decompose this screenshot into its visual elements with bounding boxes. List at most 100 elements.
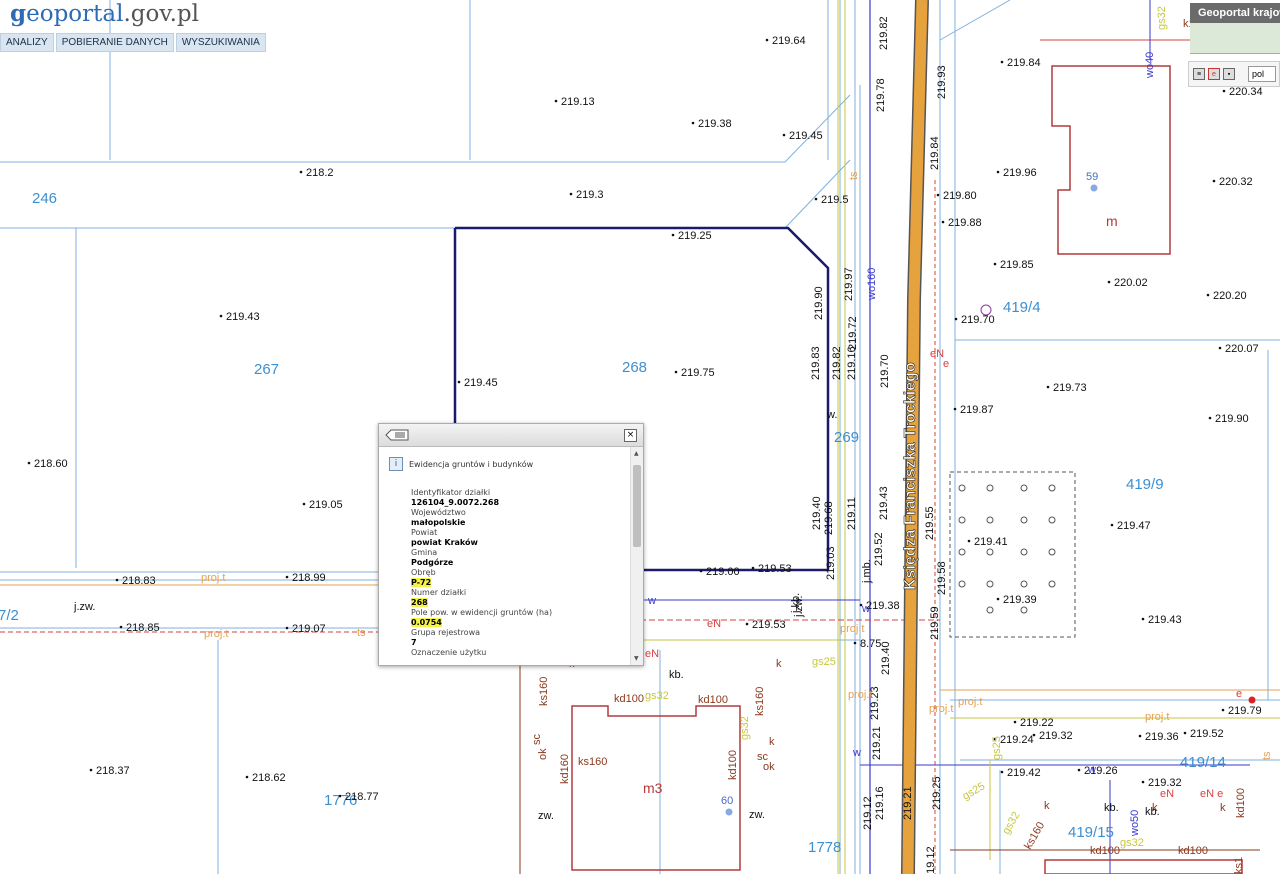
popup-content: i Ewidencja gruntów i budynków Identyfik…	[379, 447, 629, 665]
elevation-label: 219.90	[813, 286, 825, 320]
utility-label: kd100	[614, 693, 644, 705]
feature-info-popup: × i Ewidencja gruntów i budynków Identyf…	[378, 423, 644, 666]
elevation-point	[745, 622, 749, 626]
elevation-point	[554, 99, 558, 103]
elevation-label: 219.68	[823, 501, 835, 535]
attribute-value-text: 0.0754	[411, 618, 442, 627]
utility-label: eN	[707, 618, 721, 630]
elevation-label: 219.16	[874, 786, 886, 820]
elevation-label: 219.07	[292, 623, 326, 635]
utility-label: w	[852, 747, 861, 759]
elevation-label: 219.84	[1007, 57, 1041, 69]
elevation-label: 219.43	[878, 486, 890, 520]
parcel-number-label: 419/14	[1180, 754, 1226, 771]
elevation-point	[674, 370, 678, 374]
elevation-label: 218.83	[122, 575, 156, 587]
utility-label: eN	[930, 348, 944, 360]
elevation-label: 219.55	[924, 506, 936, 540]
site-logo[interactable]: geoportal.gov.pl	[10, 0, 199, 30]
attribute-value: Podgórze	[411, 558, 629, 568]
elevation-label: 220.02	[1114, 277, 1148, 289]
language-select[interactable]: pol	[1248, 66, 1276, 82]
elevation-label: 220.20	[1213, 290, 1247, 302]
elevation-label: 219.12	[925, 846, 937, 874]
elevation-point	[1032, 733, 1036, 737]
elevation-label: 219.52	[873, 532, 885, 566]
elevation-label: 219.13	[561, 96, 595, 108]
parcel-number-label: 419/9	[1126, 476, 1164, 493]
elevation-label: 219.53	[752, 619, 786, 631]
utility-label: proj.t	[958, 696, 982, 708]
tree-symbol	[986, 484, 994, 492]
address-point	[725, 808, 733, 816]
attribute-label: Pole pow. w ewidencji gruntów (ha)	[411, 608, 553, 617]
elevation-point	[1212, 179, 1216, 183]
menu-item-wyszukiwania[interactable]: WYSZUKIWANIA	[175, 33, 266, 52]
elevation-label: 219.03	[825, 546, 837, 580]
elevation-label: 219.59	[929, 606, 941, 640]
tree-symbol	[986, 548, 994, 556]
utility-label: gs25	[812, 656, 836, 668]
parcel-line	[939, 0, 1011, 41]
elevation-label: 219.45	[789, 130, 823, 142]
menu-item-analizy[interactable]: ANALIZY	[0, 33, 54, 52]
elevation-point	[953, 407, 957, 411]
utility-label: gs32	[1120, 837, 1144, 849]
elevation-label: 219.82	[878, 16, 890, 50]
utility-label: ts	[848, 171, 860, 180]
close-icon[interactable]: ×	[624, 429, 637, 442]
utility-label: w	[1087, 764, 1096, 776]
parcel-number-label: 246	[32, 190, 57, 207]
popup-scrollbar[interactable]: ▲ ▼	[630, 447, 643, 665]
utility-label: k	[1220, 802, 1226, 814]
map-toolbar: ≡ e ▪ pol	[1188, 61, 1280, 87]
elevation-point	[1222, 89, 1226, 93]
wms-icon[interactable]: ▪	[1223, 68, 1235, 80]
attribute-value: P-72	[411, 578, 629, 588]
attribute-value-text: małopolskie	[411, 518, 466, 527]
attribute-label: Obręb	[411, 568, 436, 577]
utility-label: j.mb.	[861, 559, 873, 584]
scroll-up-icon[interactable]: ▲	[634, 450, 639, 457]
scroll-down-icon[interactable]: ▼	[634, 655, 639, 662]
elevation-point	[751, 566, 755, 570]
utility-label: k	[1044, 800, 1050, 812]
logo-g: g	[10, 0, 27, 27]
building-outline	[1044, 859, 1243, 874]
scrollbar-thumb[interactable]	[633, 465, 641, 547]
elevation-label: 218.60	[34, 458, 68, 470]
street-name-label: Księdza Franciszka Trockiego	[902, 362, 919, 590]
list-icon[interactable]	[385, 429, 409, 441]
elevation-label: 219.85	[1000, 259, 1034, 271]
elevation-point	[1141, 617, 1145, 621]
utility-label: kd160	[559, 754, 571, 784]
elevation-point	[245, 775, 249, 779]
utility-label: w.	[826, 409, 837, 421]
layer-icon[interactable]: e	[1208, 68, 1220, 80]
building-label: m3	[643, 780, 663, 796]
elevation-label: 219.32	[1039, 730, 1073, 742]
attribute-value-text: 126104_9.0072.268	[411, 498, 500, 507]
utility-label: wo160	[866, 268, 878, 301]
tree-symbol	[958, 484, 966, 492]
elevation-label: 219.96	[1003, 167, 1037, 179]
overview-map-thumbnail[interactable]	[1190, 23, 1280, 54]
parcel-number-label: 1778	[808, 839, 841, 856]
elevation-label: 220.07	[1225, 343, 1259, 355]
attribute-label: Gmina	[411, 548, 438, 557]
elevation-label: 220.34	[1229, 86, 1263, 98]
legend-icon[interactable]: ≡	[1193, 68, 1205, 80]
elevation-point	[1013, 720, 1017, 724]
elevation-label: 219.72	[847, 316, 859, 350]
menu-item-pobieranie-danych[interactable]: POBIERANIE DANYCH	[55, 33, 174, 52]
logo-domain: .gov.pl	[123, 1, 199, 27]
tree-symbol	[1048, 580, 1056, 588]
elevation-point	[1107, 280, 1111, 284]
utility-label: proj.t	[840, 623, 864, 635]
elevation-point	[1218, 346, 1222, 350]
elevation-point	[302, 502, 306, 506]
popup-section-header: i Ewidencja gruntów i budynków	[389, 457, 629, 471]
elevation-point	[285, 626, 289, 630]
overview-map-title: Geoportal krajowy	[1190, 3, 1280, 23]
utility-label: eN	[1160, 788, 1174, 800]
